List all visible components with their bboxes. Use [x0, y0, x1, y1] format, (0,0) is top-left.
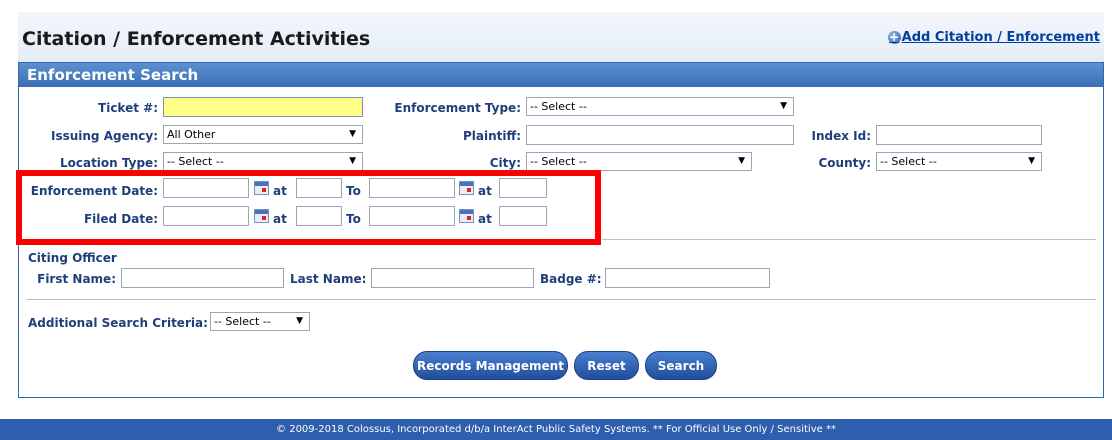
reset-button[interactable]: Reset [574, 351, 639, 380]
county-value: -- Select -- [880, 155, 937, 168]
issuing-agency-label: Issuing Agency: [50, 129, 158, 143]
filed-date-label: Filed Date: [83, 212, 158, 226]
records-management-button[interactable]: Records Management [413, 351, 568, 380]
chevron-down-icon: ▼ [780, 101, 787, 111]
first-name-label: First Name: [37, 272, 116, 286]
chevron-down-icon: ▼ [1028, 156, 1035, 166]
chevron-down-icon: ▼ [349, 129, 356, 139]
city-value: -- Select -- [530, 155, 587, 168]
filed-date-from-input[interactable] [163, 206, 249, 226]
at-label: at [273, 184, 287, 198]
badge-label: Badge #: [540, 272, 602, 286]
to-label: To [346, 184, 361, 198]
divider [602, 239, 1096, 240]
calendar-icon[interactable] [254, 209, 269, 223]
location-type-value: -- Select -- [167, 155, 224, 168]
county-select[interactable]: -- Select -- ▼ [876, 152, 1042, 171]
enforcement-type-select[interactable]: -- Select -- ▼ [526, 97, 794, 116]
issuing-agency-select[interactable]: All Other ▼ [163, 125, 363, 144]
chevron-down-icon: ▼ [296, 316, 303, 326]
page-header: Citation / Enforcement Activities + Add … [18, 12, 1104, 62]
page-title: Citation / Enforcement Activities [22, 28, 371, 50]
add-citation-label[interactable]: Add Citation / Enforcement [902, 30, 1100, 45]
last-name-input[interactable] [371, 268, 534, 288]
plaintiff-input[interactable] [526, 125, 794, 145]
chevron-down-icon: ▼ [738, 156, 745, 166]
calendar-icon[interactable] [459, 181, 474, 195]
last-name-label: Last Name: [290, 272, 367, 286]
issuing-agency-value: All Other [167, 128, 216, 141]
enforcement-type-value: -- Select -- [530, 100, 587, 113]
plus-circle-icon[interactable]: + [887, 31, 901, 44]
to-label: To [346, 212, 361, 226]
enforcement-time-from-input[interactable] [296, 178, 342, 198]
first-name-input[interactable] [121, 268, 284, 288]
enforcement-date-to-input[interactable] [369, 178, 455, 198]
index-id-label: Index Id: [811, 129, 871, 143]
enforcement-type-label: Enforcement Type: [394, 101, 521, 115]
at-label: at [478, 212, 492, 226]
additional-criteria-value: -- Select -- [214, 315, 271, 328]
enforcement-date-from-input[interactable] [163, 178, 249, 198]
panel-header: Enforcement Search [19, 63, 1103, 87]
badge-input[interactable] [605, 268, 770, 288]
chevron-down-icon: ▼ [349, 156, 356, 166]
index-id-input[interactable] [876, 125, 1042, 145]
at-label: at [478, 184, 492, 198]
divider [26, 299, 1096, 300]
plaintiff-label: Plaintiff: [462, 129, 521, 143]
ticket-input[interactable] [163, 97, 363, 117]
enforcement-date-label: Enforcement Date: [30, 184, 158, 198]
filed-date-to-input[interactable] [369, 206, 455, 226]
calendar-icon[interactable] [459, 209, 474, 223]
city-select[interactable]: -- Select -- ▼ [526, 152, 752, 171]
filed-time-from-input[interactable] [296, 206, 342, 226]
footer: © 2009-2018 Colossus, Incorporated d/b/a… [0, 419, 1112, 440]
enforcement-time-to-input[interactable] [499, 178, 547, 198]
additional-criteria-label: Additional Search Criteria: [28, 316, 208, 330]
ticket-label: Ticket #: [98, 101, 158, 115]
location-type-label: Location Type: [59, 156, 158, 170]
location-type-select[interactable]: -- Select -- ▼ [163, 152, 363, 171]
at-label: at [273, 212, 287, 226]
add-citation-link[interactable]: + Add Citation / Enforcement [887, 30, 1100, 45]
calendar-icon[interactable] [254, 181, 269, 195]
additional-criteria-select[interactable]: -- Select -- ▼ [210, 312, 310, 331]
city-label: City: [489, 156, 521, 170]
filed-time-to-input[interactable] [499, 206, 547, 226]
search-button[interactable]: Search [645, 351, 717, 380]
citing-officer-title: Citing Officer [28, 251, 117, 265]
county-label: County: [818, 156, 872, 170]
